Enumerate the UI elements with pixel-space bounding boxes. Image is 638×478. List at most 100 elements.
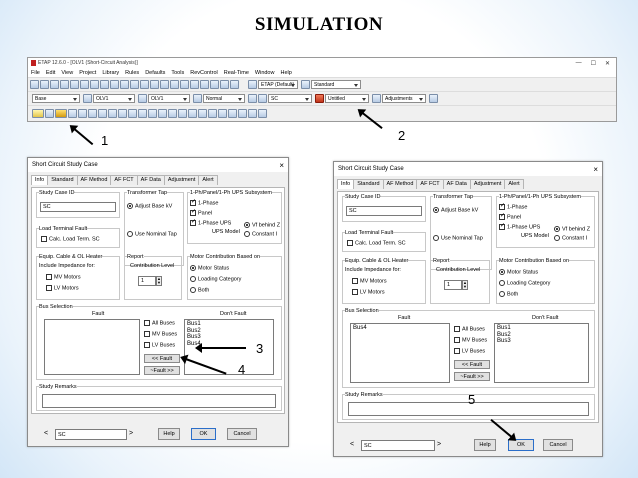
one-phase-checkbox[interactable] [499,202,505,211]
study-remarks-input[interactable] [42,394,276,408]
library-icon[interactable] [210,80,219,89]
tab-af-data[interactable]: AF Data [442,179,471,189]
menu-realtime[interactable]: Real-Time [224,70,249,76]
mv-motors-option[interactable]: MV Motors [352,278,387,284]
fault-button[interactable]: << Fault [454,360,490,369]
one-phase-ups-option[interactable]: 1-Phase UPS [499,222,540,231]
mv-buses-option[interactable]: MV Buses [144,331,177,337]
mv-buses-checkbox[interactable] [144,331,150,337]
mv-buses-option[interactable]: MV Buses [454,337,487,343]
loading-category-radio[interactable] [190,276,196,282]
stability-icon[interactable] [228,108,237,118]
help-icon[interactable] [230,80,239,89]
use-nominal-radio[interactable] [127,231,133,237]
pan-icon[interactable] [110,80,119,89]
study-case-select[interactable]: SC [55,429,127,440]
load-flow-icon[interactable] [45,108,54,118]
close-icon[interactable]: ✕ [605,60,610,67]
adjust-base-radio[interactable] [127,203,133,209]
both-option[interactable]: Both [190,287,209,293]
vf-behind-z-option[interactable]: Vf behind Z [244,222,280,228]
tab-af-fct[interactable]: AF FCT [110,175,138,185]
contingency-icon[interactable] [188,108,197,118]
motor-status-radio[interactable] [190,265,196,271]
more-icon[interactable] [258,108,267,118]
use-nominal-option[interactable]: Use Nominal Tap [433,235,483,241]
menu-revcontrol[interactable]: RevControl [190,70,218,76]
text-icon[interactable] [170,80,179,89]
fault-list[interactable] [44,319,140,375]
cancel-button[interactable]: Cancel [227,428,257,440]
presentation-icon[interactable] [83,94,92,103]
menu-view[interactable]: View [61,70,73,76]
study-case-id-input[interactable]: SC [40,202,116,212]
ok-button[interactable]: OK [191,428,216,440]
tab-af-fct[interactable]: AF FCT [416,179,444,189]
menu-project[interactable]: Project [79,70,96,76]
close-icon[interactable]: × [593,165,598,174]
lv-buses-option[interactable]: LV Buses [144,342,175,348]
tab-af-data[interactable]: AF Data [136,175,165,185]
battery-icon[interactable] [138,108,147,118]
unbalanced-icon[interactable] [178,108,187,118]
zoom-out-icon[interactable] [130,80,139,89]
menu-defaults[interactable]: Defaults [145,70,165,76]
report-manager-icon[interactable] [429,94,438,103]
edit-mode-icon[interactable] [32,108,44,118]
loading-category-option[interactable]: Loading Category [190,276,241,282]
save-icon[interactable] [50,80,59,89]
reliability-icon[interactable] [108,108,117,118]
mv-motors-option[interactable]: MV Motors [46,274,81,280]
prev-arrow-icon[interactable]: < [44,430,48,437]
tab-standard[interactable]: Standard [353,179,384,189]
edit-study-icon[interactable] [258,94,267,103]
menu-rules[interactable]: Rules [125,70,139,76]
check-icon[interactable] [190,80,199,89]
all-buses-checkbox[interactable] [144,320,150,326]
next-arrow-icon[interactable]: > [129,430,133,437]
vf-behind-z-radio[interactable] [244,222,250,228]
cut-icon[interactable] [80,80,89,89]
print-icon[interactable] [60,80,69,89]
loading-category-radio[interactable] [499,280,505,286]
adjust-base-option[interactable]: Adjust Base kV [127,203,172,209]
calc-load-term-checkbox[interactable] [41,236,47,242]
presentation-dropdown[interactable]: OLV1 [93,94,135,103]
all-buses-checkbox[interactable] [454,326,460,332]
unfault-button[interactable]: ~Fault >> [454,372,490,381]
switching-icon[interactable] [198,108,207,118]
menu-help[interactable]: Help [280,70,291,76]
vf-behind-z-option[interactable]: Vf behind Z [554,226,590,232]
study-case-id-input[interactable]: SC [346,206,422,216]
minimize-icon[interactable]: — [576,60,582,67]
panel-option[interactable]: Panel [499,212,521,221]
use-nominal-option[interactable]: Use Nominal Tap [127,231,177,237]
compare-icon[interactable] [248,108,257,118]
tab-info[interactable]: Info [337,179,355,189]
tab-alert[interactable]: Alert [504,179,524,189]
spinner-icon[interactable]: ▲ ▼ [156,276,162,286]
dont-fault-list[interactable]: Bus1 Bus2 Bus3 [494,323,589,383]
one-phase-ups-checkbox[interactable] [190,218,196,227]
mv-motors-checkbox[interactable] [352,278,358,284]
open-icon[interactable] [40,80,49,89]
flag-icon[interactable] [238,108,247,118]
list-item[interactable]: Bus3 [497,338,586,345]
arc-flash-icon[interactable] [168,108,177,118]
motor-starting-icon[interactable] [68,108,77,118]
study-case-editor-icon[interactable] [315,94,324,103]
optimal-icon[interactable] [118,108,127,118]
both-option[interactable]: Both [499,291,518,297]
both-radio[interactable] [190,287,196,293]
prev-arrow-icon[interactable]: < [350,441,354,448]
adjust-base-option[interactable]: Adjust Base kV [433,207,478,213]
one-phase-ups-checkbox[interactable] [499,222,505,231]
cable-icon[interactable] [148,108,157,118]
paste-icon[interactable] [100,80,109,89]
one-phase-ups-option[interactable]: 1-Phase UPS [190,218,231,227]
cancel-button[interactable]: Cancel [543,439,573,451]
both-radio[interactable] [499,291,505,297]
mv-motors-checkbox[interactable] [46,274,52,280]
study-case-select[interactable]: SC [361,440,435,451]
study-case-dropdown[interactable]: SC [268,94,312,103]
